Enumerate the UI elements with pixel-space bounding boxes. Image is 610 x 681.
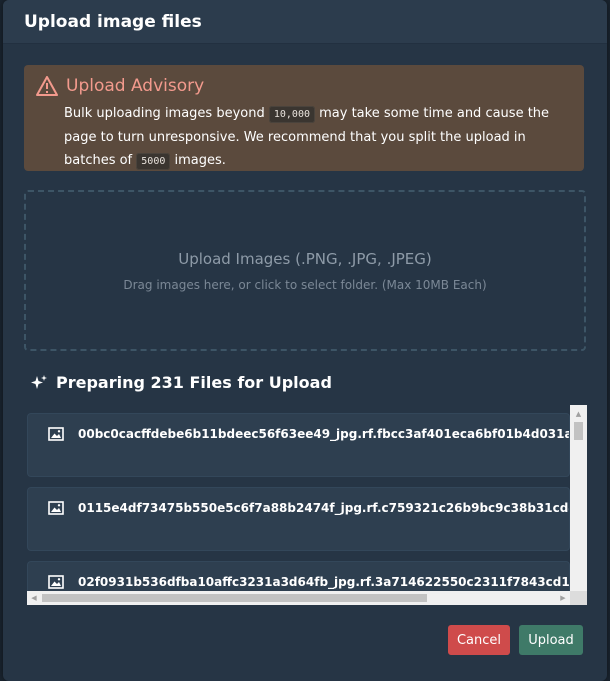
file-row: 0115e4df73475b550e5c6f7a88b2474f_jpg.rf.… xyxy=(28,488,569,528)
advisory-text-part1: Bulk uploading images beyond xyxy=(64,106,269,121)
file-name: 00bc0cacffdebe6b11bdeec56f63ee49_jpg.rf.… xyxy=(78,427,569,441)
advisory-code-limit: 10,000 xyxy=(268,106,315,123)
file-name: 0115e4df73475b550e5c6f7a88b2474f_jpg.rf.… xyxy=(78,501,569,515)
dropzone-title: Upload Images (.PNG, .JPG, .JPEG) xyxy=(178,249,432,268)
image-dropzone[interactable]: Upload Images (.PNG, .JPG, .JPEG) Drag i… xyxy=(24,190,586,351)
advisory-code-batch: 5000 xyxy=(136,153,171,170)
horizontal-scrollbar[interactable]: ◀ ▶ xyxy=(27,591,570,605)
advisory-text-part3: images. xyxy=(170,153,226,168)
upload-modal: Upload image files Upload Advisory Bulk … xyxy=(3,0,607,681)
warning-triangle-icon xyxy=(36,76,58,96)
dropzone-subtitle: Drag images here, or click to select fol… xyxy=(123,277,487,292)
advisory-title: Upload Advisory xyxy=(66,76,205,96)
preparing-header: Preparing 231 Files for Upload xyxy=(30,373,332,392)
modal-title: Upload image files xyxy=(24,11,202,32)
scroll-right-arrow-icon[interactable]: ▶ xyxy=(556,591,570,605)
file-row: 02f0931b536dfba10affc3231a3d64fb_jpg.rf.… xyxy=(28,562,569,591)
cancel-button[interactable]: Cancel xyxy=(448,625,510,655)
image-icon xyxy=(48,575,64,589)
file-list-item: 00bc0cacffdebe6b11bdeec56f63ee49_jpg.rf.… xyxy=(27,413,570,477)
image-icon xyxy=(48,501,64,515)
vertical-scroll-thumb[interactable] xyxy=(574,422,583,440)
modal-header: Upload image files xyxy=(3,0,607,44)
scroll-up-arrow-icon[interactable]: ▲ xyxy=(570,405,587,422)
advisory-header: Upload Advisory xyxy=(36,75,572,97)
sparkle-icon xyxy=(31,374,47,389)
file-row: 00bc0cacffdebe6b11bdeec56f63ee49_jpg.rf.… xyxy=(28,414,569,454)
image-icon xyxy=(48,427,64,441)
file-name: 02f0931b536dfba10affc3231a3d64fb_jpg.rf.… xyxy=(78,575,569,589)
upload-button[interactable]: Upload xyxy=(519,625,583,655)
vertical-scrollbar[interactable]: ▲ xyxy=(570,405,587,591)
file-list[interactable]: 00bc0cacffdebe6b11bdeec56f63ee49_jpg.rf.… xyxy=(27,405,587,605)
file-list-viewport: 00bc0cacffdebe6b11bdeec56f63ee49_jpg.rf.… xyxy=(27,405,570,591)
file-list-item: 02f0931b536dfba10affc3231a3d64fb_jpg.rf.… xyxy=(27,561,570,591)
scrollbar-corner xyxy=(570,591,587,605)
horizontal-scroll-thumb[interactable] xyxy=(42,594,427,602)
scroll-left-arrow-icon[interactable]: ◀ xyxy=(27,591,41,605)
file-list-item: 0115e4df73475b550e5c6f7a88b2474f_jpg.rf.… xyxy=(27,487,570,551)
upload-advisory: Upload Advisory Bulk uploading images be… xyxy=(24,65,584,171)
advisory-text: Bulk uploading images beyond 10,000 may … xyxy=(36,102,576,173)
preparing-title: Preparing 231 Files for Upload xyxy=(56,373,332,392)
